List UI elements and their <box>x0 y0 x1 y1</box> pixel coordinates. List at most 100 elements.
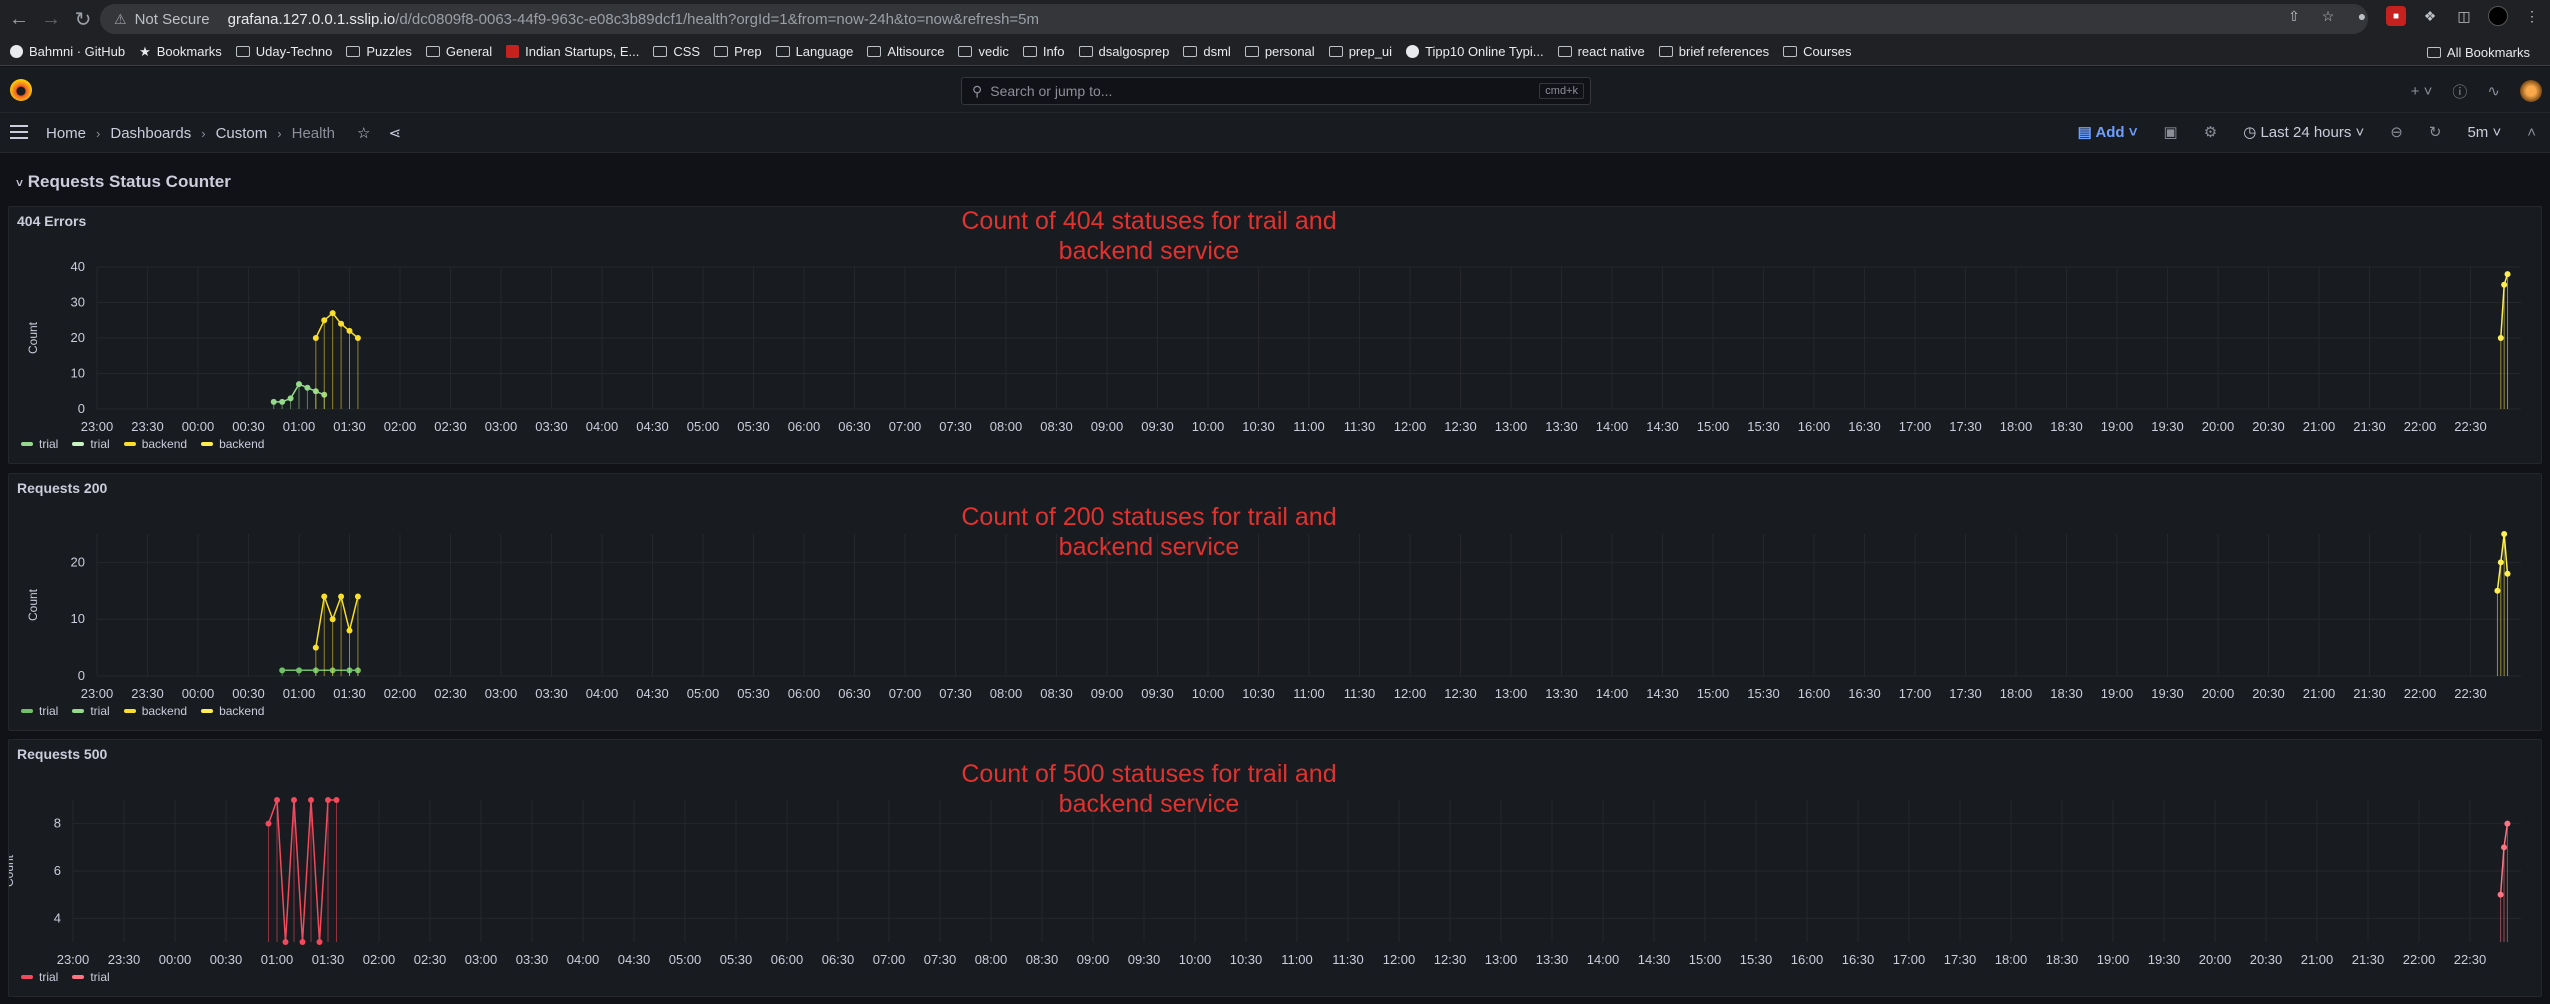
avatar[interactable] <box>2520 80 2542 102</box>
y-tick-label: 10 <box>71 611 85 626</box>
settings-gear-icon[interactable]: ⚙ <box>2204 123 2217 141</box>
panel-404-errors[interactable]: 404 Errors Count of 404 statuses for tra… <box>8 206 2542 464</box>
star-icon[interactable]: ☆ <box>357 124 370 142</box>
legend-item[interactable]: trial <box>72 437 110 451</box>
panel-requests-500[interactable]: Requests 500 Count of 500 statuses for t… <box>8 739 2542 997</box>
x-tick-label: 13:30 <box>1545 686 1578 701</box>
bookmark-folder[interactable]: Uday-Techno <box>232 40 343 64</box>
folder-icon <box>1244 46 1259 57</box>
breadcrumb-home[interactable]: Home <box>46 125 86 142</box>
bookmark-folder[interactable]: CSS <box>649 40 710 64</box>
legend-item[interactable]: backend <box>123 437 187 451</box>
all-bookmarks-folder[interactable]: All Bookmarks <box>2423 40 2540 64</box>
x-tick-label: 09:00 <box>1077 952 1110 967</box>
legend-item[interactable]: backend <box>123 704 187 718</box>
menu-toggle-icon[interactable] <box>10 125 28 139</box>
panel-requests-200[interactable]: Requests 200 Count of 200 statuses for t… <box>8 473 2542 731</box>
bookmark-folder[interactable]: Altisource <box>863 40 954 64</box>
url-host: grafana.127.0.0.1.sslip.io <box>227 10 396 28</box>
x-tick-label: 18:30 <box>2050 419 2083 434</box>
sidebar-icon[interactable]: ◫ <box>2454 6 2474 26</box>
menu-icon[interactable]: ⋮ <box>2522 6 2542 26</box>
legend-item[interactable]: trial <box>21 704 58 718</box>
legend-item[interactable]: backend <box>201 437 264 451</box>
profile-icon[interactable] <box>2488 6 2508 26</box>
help-icon[interactable]: ⓘ <box>2452 81 2467 102</box>
bookmark-folder[interactable]: vedic <box>954 40 1018 64</box>
legend-item[interactable]: trial <box>72 970 110 984</box>
legend-item[interactable]: backend <box>201 704 264 718</box>
zoom-out-icon[interactable]: ⊖ <box>2390 123 2403 141</box>
news-feed-icon[interactable]: ∿ <box>2487 82 2500 100</box>
bookmark-item[interactable]: Indian Startups, E... <box>502 40 649 64</box>
search-input[interactable]: ⚲ Search or jump to... cmd+k <box>961 77 1591 105</box>
bookmark-star-icon[interactable]: ☆ <box>2318 6 2338 26</box>
extension-icon[interactable]: ● <box>2352 6 2372 26</box>
bookmark-folder[interactable]: dsml <box>1179 40 1240 64</box>
x-tick-label: 04:30 <box>618 952 651 967</box>
share-icon[interactable]: ⋖ <box>388 124 401 142</box>
x-tick-label: 01:30 <box>333 686 366 701</box>
bookmark-folder[interactable]: Courses <box>1779 40 1861 64</box>
breadcrumb-dashboards[interactable]: Dashboards <box>110 125 191 142</box>
x-tick-label: 15:30 <box>1747 419 1780 434</box>
folder-icon <box>2426 46 2441 58</box>
chevron-right-icon: › <box>277 125 282 141</box>
x-tick-label: 12:00 <box>1394 686 1427 701</box>
x-tick-label: 04:00 <box>586 419 619 434</box>
bookmark-folder[interactable]: Prep <box>710 40 771 64</box>
refresh-icon[interactable]: ↻ <box>2429 123 2442 141</box>
puzzle-icon[interactable]: ❖ <box>2420 6 2440 26</box>
bookmark-folder[interactable]: personal <box>1241 40 1325 64</box>
legend-item[interactable]: trial <box>72 704 110 718</box>
chevron-down-icon: ˅ <box>2492 123 2502 141</box>
x-tick-label: 23:30 <box>131 686 164 701</box>
back-icon[interactable]: ← <box>6 6 32 32</box>
x-tick-label: 21:30 <box>2353 419 2386 434</box>
chevron-down-icon: ˅ <box>16 176 24 190</box>
address-bar[interactable]: ⚠ Not Secure grafana.127.0.0.1.sslip.io … <box>100 4 2368 34</box>
collapse-up-icon[interactable]: ˄ <box>2527 124 2536 141</box>
bookmark-folder[interactable]: react native <box>1554 40 1655 64</box>
grafana-logo-icon[interactable] <box>10 79 32 101</box>
data-point <box>304 384 311 391</box>
folder-icon <box>867 46 882 57</box>
x-tick-label: 13:30 <box>1536 952 1569 967</box>
bookmark-folder[interactable]: General <box>422 40 502 64</box>
bookmark-folder[interactable]: Puzzles <box>342 40 422 64</box>
new-menu-icon[interactable]: + ˅ <box>2411 83 2433 100</box>
breadcrumb-custom[interactable]: Custom <box>216 125 268 142</box>
x-tick-label: 22:00 <box>2403 952 2436 967</box>
save-icon[interactable]: ▣ <box>2164 123 2178 141</box>
forward-icon[interactable]: → <box>38 6 64 32</box>
legend-item[interactable]: trial <box>21 437 58 451</box>
bookmark-item[interactable]: Tipp10 Online Typi... <box>1402 40 1554 64</box>
x-tick-label: 20:00 <box>2199 952 2232 967</box>
bookmark-item[interactable]: ★ Bookmarks <box>135 40 232 64</box>
bookmark-folder[interactable]: Info <box>1019 40 1075 64</box>
legend-item[interactable]: trial <box>21 970 58 984</box>
reload-icon[interactable]: ↻ <box>70 6 96 32</box>
pdf-extension-icon[interactable]: ■ <box>2386 6 2406 26</box>
x-tick-label: 16:00 <box>1798 419 1831 434</box>
x-tick-label: 19:30 <box>2151 419 2184 434</box>
x-tick-label: 22:30 <box>2454 686 2487 701</box>
row-title[interactable]: ˅ Requests Status Counter <box>16 172 231 192</box>
data-point <box>270 398 277 405</box>
add-button[interactable]: ▤ Add ˅ <box>2078 123 2138 141</box>
share-page-icon[interactable]: ⇧ <box>2284 6 2304 26</box>
bookmark-folder[interactable]: dsalgosprep <box>1075 40 1180 64</box>
series-line <box>315 312 359 339</box>
bookmark-folder[interactable]: brief references <box>1655 40 1779 64</box>
folder-icon <box>425 46 440 57</box>
bookmark-item[interactable]: Bahmni · GitHub <box>6 40 135 64</box>
time-picker[interactable]: ◷ Last 24 hours ˅ <box>2243 123 2364 141</box>
x-tick-label: 17:00 <box>1899 419 1932 434</box>
bookmark-folder[interactable]: Language <box>772 40 864 64</box>
search-icon: ⚲ <box>972 82 983 99</box>
x-tick-label: 14:30 <box>1646 686 1679 701</box>
bookmark-folder[interactable]: prep_ui <box>1325 40 1402 64</box>
data-point <box>333 797 340 803</box>
refresh-interval-picker[interactable]: 5m ˅ <box>2467 124 2501 141</box>
x-tick-label: 00:00 <box>159 952 192 967</box>
